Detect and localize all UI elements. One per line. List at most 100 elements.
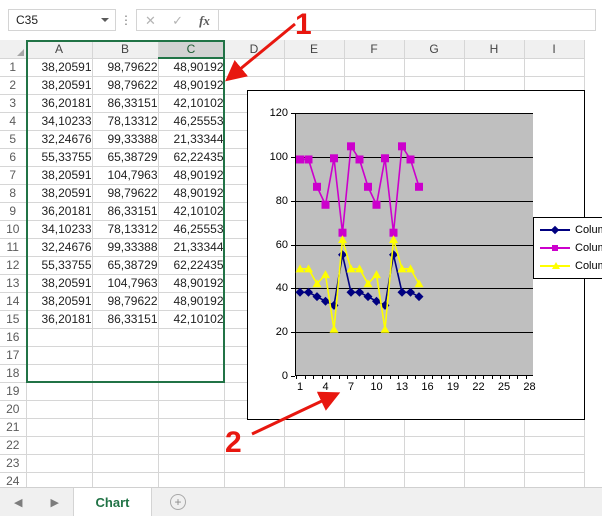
cell-B15[interactable]: 86,33151 [92, 310, 159, 329]
cell-G21[interactable] [404, 418, 465, 437]
row-header-20[interactable]: 20 [0, 400, 27, 419]
table-row[interactable]: 1 38,20591 98,79622 48,90192 [0, 58, 585, 77]
cell-B6[interactable]: 65,38729 [92, 148, 159, 167]
add-sheet-button[interactable]: + [152, 488, 204, 516]
cell-B20[interactable] [92, 400, 159, 419]
cell-A23[interactable] [26, 454, 93, 473]
cell-C3[interactable]: 42,10102 [158, 94, 225, 113]
cell-A3[interactable]: 36,20181 [26, 94, 93, 113]
row-header-21[interactable]: 21 [0, 418, 27, 437]
table-row[interactable]: 24 [0, 472, 585, 487]
row-header-2[interactable]: 2 [0, 76, 27, 95]
cell-C24[interactable] [158, 472, 225, 487]
row-header-6[interactable]: 6 [0, 148, 27, 167]
previous-sheet-icon[interactable]: ◀ [14, 496, 22, 509]
cell-B18[interactable] [92, 364, 159, 383]
row-header-9[interactable]: 9 [0, 202, 27, 221]
cell-A21[interactable] [26, 418, 93, 437]
cell-G22[interactable] [404, 436, 465, 455]
cell-C7[interactable]: 48,90192 [158, 166, 225, 185]
cell-A5[interactable]: 32,24676 [26, 130, 93, 149]
cell-C23[interactable] [158, 454, 225, 473]
column-header-h[interactable]: H [464, 40, 525, 59]
cell-A10[interactable]: 34,10233 [26, 220, 93, 239]
row-header-23[interactable]: 23 [0, 454, 27, 473]
row-header-18[interactable]: 18 [0, 364, 27, 383]
cell-G23[interactable] [404, 454, 465, 473]
cell-F21[interactable] [344, 418, 405, 437]
table-row[interactable]: 22 [0, 436, 585, 455]
cell-B21[interactable] [92, 418, 159, 437]
cell-C14[interactable]: 48,90192 [158, 292, 225, 311]
chart-legend[interactable]: Column 1 Column 2 Column 3 [533, 217, 602, 279]
cell-B8[interactable]: 98,79622 [92, 184, 159, 203]
cell-A19[interactable] [26, 382, 93, 401]
cell-B13[interactable]: 104,7963 [92, 274, 159, 293]
row-header-12[interactable]: 12 [0, 256, 27, 275]
sheet-tab-chart[interactable]: Chart [74, 488, 152, 516]
cell-A16[interactable] [26, 328, 93, 347]
cell-B12[interactable]: 65,38729 [92, 256, 159, 275]
chevron-down-icon[interactable] [101, 18, 109, 22]
row-header-7[interactable]: 7 [0, 166, 27, 185]
row-header-3[interactable]: 3 [0, 94, 27, 113]
name-box[interactable]: C35 [8, 9, 116, 31]
row-header-15[interactable]: 15 [0, 310, 27, 329]
row-header-14[interactable]: 14 [0, 292, 27, 311]
cell-B7[interactable]: 104,7963 [92, 166, 159, 185]
column-header-b[interactable]: B [92, 40, 159, 59]
cell-C18[interactable] [158, 364, 225, 383]
cell-F22[interactable] [344, 436, 405, 455]
cell-C8[interactable]: 48,90192 [158, 184, 225, 203]
formula-bar-dots-icon[interactable]: ⋮ [116, 9, 136, 31]
row-header-4[interactable]: 4 [0, 112, 27, 131]
cell-F24[interactable] [344, 472, 405, 487]
cell-C4[interactable]: 46,25553 [158, 112, 225, 131]
cell-B5[interactable]: 99,33388 [92, 130, 159, 149]
column-header-i[interactable]: I [524, 40, 585, 59]
cell-I24[interactable] [524, 472, 585, 487]
cell-B14[interactable]: 98,79622 [92, 292, 159, 311]
cell-B24[interactable] [92, 472, 159, 487]
cell-C11[interactable]: 21,33344 [158, 238, 225, 257]
cell-E1[interactable] [284, 58, 345, 77]
row-header-13[interactable]: 13 [0, 274, 27, 293]
insert-function-icon[interactable]: fx [199, 14, 210, 27]
cell-C10[interactable]: 46,25553 [158, 220, 225, 239]
cell-A22[interactable] [26, 436, 93, 455]
cell-C22[interactable] [158, 436, 225, 455]
cell-A4[interactable]: 34,10233 [26, 112, 93, 131]
column-header-a[interactable]: A [26, 40, 93, 59]
cell-B22[interactable] [92, 436, 159, 455]
cell-C19[interactable] [158, 382, 225, 401]
row-header-22[interactable]: 22 [0, 436, 27, 455]
cell-D1[interactable] [224, 58, 285, 77]
cell-G1[interactable] [404, 58, 465, 77]
cell-F23[interactable] [344, 454, 405, 473]
cell-E24[interactable] [284, 472, 345, 487]
cell-C9[interactable]: 42,10102 [158, 202, 225, 221]
cell-E23[interactable] [284, 454, 345, 473]
cell-A15[interactable]: 36,20181 [26, 310, 93, 329]
next-sheet-icon[interactable]: ▶ [51, 496, 59, 509]
cell-A24[interactable] [26, 472, 93, 487]
cell-B4[interactable]: 78,13312 [92, 112, 159, 131]
cell-I21[interactable] [524, 418, 585, 437]
row-header-19[interactable]: 19 [0, 382, 27, 401]
cell-H23[interactable] [464, 454, 525, 473]
cell-E22[interactable] [284, 436, 345, 455]
formula-input[interactable] [218, 9, 596, 31]
table-row[interactable]: 23 [0, 454, 585, 473]
row-header-24[interactable]: 24 [0, 472, 27, 487]
cell-G24[interactable] [404, 472, 465, 487]
cell-H21[interactable] [464, 418, 525, 437]
cell-F1[interactable] [344, 58, 405, 77]
cell-C12[interactable]: 62,22435 [158, 256, 225, 275]
cell-C5[interactable]: 21,33344 [158, 130, 225, 149]
cell-C2[interactable]: 48,90192 [158, 76, 225, 95]
cell-I1[interactable] [524, 58, 585, 77]
cell-A17[interactable] [26, 346, 93, 365]
cell-A14[interactable]: 38,20591 [26, 292, 93, 311]
cell-C20[interactable] [158, 400, 225, 419]
cell-A13[interactable]: 38,20591 [26, 274, 93, 293]
